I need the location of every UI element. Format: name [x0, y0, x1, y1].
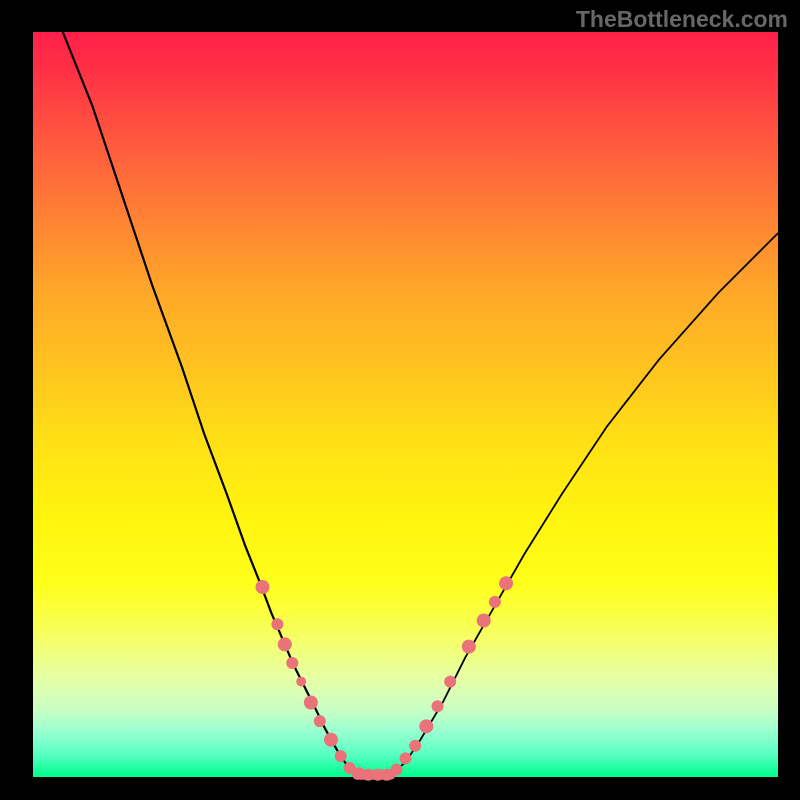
data-point	[314, 715, 326, 727]
data-point	[400, 752, 412, 764]
data-point	[419, 719, 433, 733]
data-point	[304, 696, 318, 710]
data-point	[296, 677, 306, 687]
data-point	[271, 618, 283, 630]
data-point	[324, 733, 338, 747]
data-point	[278, 637, 292, 651]
right-curve	[391, 233, 778, 775]
data-point	[286, 657, 298, 669]
data-point	[444, 676, 456, 688]
data-point	[409, 740, 421, 752]
data-point	[391, 764, 403, 776]
data-point	[462, 640, 476, 654]
data-point	[499, 576, 513, 590]
watermark-text: TheBottleneck.com	[576, 6, 788, 33]
data-point	[255, 580, 269, 594]
chart-svg	[33, 32, 778, 777]
plot-gradient-area	[33, 32, 778, 777]
data-point	[477, 614, 491, 628]
data-point	[432, 700, 444, 712]
data-point	[489, 596, 501, 608]
left-curve	[63, 32, 357, 775]
scatter-dots	[255, 576, 513, 780]
data-point	[335, 750, 347, 762]
